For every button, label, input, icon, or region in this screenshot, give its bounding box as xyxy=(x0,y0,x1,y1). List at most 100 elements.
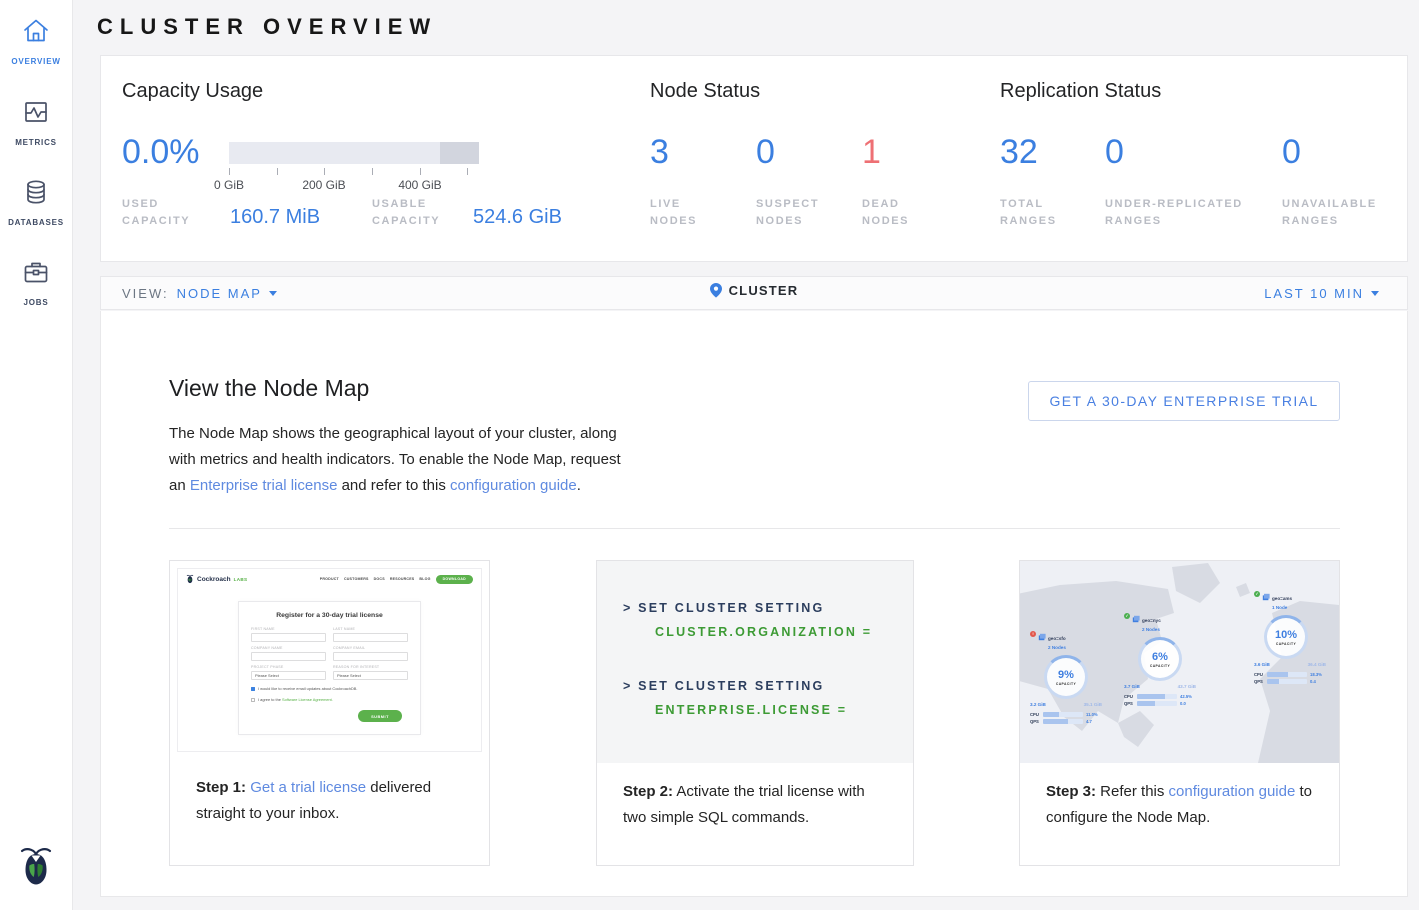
qps-bar xyxy=(1043,719,1083,724)
mini-nav-item: CUSTOMERS xyxy=(344,577,369,581)
mini-agree-text: I agree to the Software License Agreemen… xyxy=(258,697,333,702)
cpu-bar xyxy=(1043,712,1083,717)
node-locality: geo=ams xyxy=(1272,596,1292,601)
mini-field-input xyxy=(333,652,408,662)
sidebar-item-label: DATABASES xyxy=(8,218,64,227)
step-label: Step 2: xyxy=(623,783,673,800)
mini-field-input xyxy=(251,652,326,662)
sidebar-item-label: METRICS xyxy=(15,138,57,147)
mini-field-label: COMPANY EMAIL xyxy=(333,646,408,650)
sidebar-item-overview[interactable]: OVERVIEW xyxy=(0,16,72,69)
mini-field-label: PROJECT PHASE xyxy=(251,665,326,669)
divider xyxy=(169,528,1340,529)
mini-field-input xyxy=(333,633,408,643)
step-3-caption: Step 3: Refer this configuration guide t… xyxy=(1020,763,1339,831)
live-nodes-label: LIVE NODES xyxy=(650,196,730,230)
mini-site-brand: Cockroach xyxy=(197,576,231,583)
time-range-dropdown[interactable]: LAST 10 MIN xyxy=(1264,286,1379,301)
qps-label: QPS xyxy=(1124,701,1134,706)
map-node-ams: ✓ geo=ams1 Node 10% CAPACITY 3.6 GiB36.4… xyxy=(1254,593,1336,684)
map-node-nyc: ✓ geo=nyc2 Nodes 6% CAPACITY 3.7 GiB43.7… xyxy=(1124,615,1214,706)
under-replicated-ranges-value: 0 xyxy=(1105,134,1124,171)
sidebar-item-label: JOBS xyxy=(24,298,49,307)
capacity-bar-reserved-segment xyxy=(440,142,479,164)
qps-label: QPS xyxy=(1030,719,1040,724)
qps-bar xyxy=(1267,679,1307,684)
total-ranges-value: 32 xyxy=(1000,134,1038,171)
metrics-icon xyxy=(21,97,51,127)
mini-field-label: REASON FOR INTEREST xyxy=(333,665,408,669)
mini-field-label: COMPANY NAME xyxy=(251,646,326,650)
mini-field-label: LAST NAME xyxy=(333,627,408,631)
node-ok-icon: ✓ xyxy=(1254,591,1260,597)
qps-bar xyxy=(1137,701,1177,706)
cpu-value: 18.3% xyxy=(1310,672,1322,677)
gauge-label: CAPACITY xyxy=(1276,642,1296,646)
capacity-bar xyxy=(229,142,479,164)
cpu-label: CPU xyxy=(1030,712,1040,717)
suspect-nodes-label: SUSPECT NODES xyxy=(756,196,836,230)
unavailable-ranges-value: 0 xyxy=(1282,134,1301,171)
configuration-guide-link[interactable]: configuration guide xyxy=(450,477,577,494)
node-total-capacity: 36.4 GiB xyxy=(1308,662,1326,667)
gauge-percent: 9% xyxy=(1058,669,1074,681)
node-cube-icon xyxy=(1132,615,1140,623)
cpu-bar xyxy=(1267,672,1307,677)
sidebar-item-label: OVERVIEW xyxy=(11,57,60,66)
enterprise-trial-license-link[interactable]: Enterprise trial license xyxy=(190,477,338,494)
axis-tick-label: 0 GiB xyxy=(199,178,259,192)
sidebar: OVERVIEW METRICS DATABASES xyxy=(0,0,73,910)
node-ok-icon: ✓ xyxy=(1124,613,1130,619)
node-cube-icon xyxy=(1038,633,1046,641)
mini-checkbox-checked xyxy=(251,687,255,691)
cockroach-labs-logo-icon xyxy=(0,845,72,892)
unavailable-ranges-label: UNAVAILABLE RANGES xyxy=(1282,196,1392,230)
view-toolbar: VIEW: NODE MAP CLUSTER LAST 10 MIN xyxy=(100,276,1408,310)
cockroach-bug-icon xyxy=(186,574,194,584)
live-nodes-value: 3 xyxy=(650,134,669,171)
registration-page-screenshot: Cockroach LABS PRODUCT CUSTOMERS DOCS RE… xyxy=(177,568,482,752)
mini-field-label: FIRST NAME xyxy=(251,627,326,631)
node-total-capacity: 35.1 GiB xyxy=(1084,702,1102,707)
cluster-breadcrumb: CLUSTER xyxy=(710,283,799,298)
node-total-capacity: 43.7 GiB xyxy=(1178,684,1196,689)
sidebar-item-databases[interactable]: DATABASES xyxy=(0,177,72,230)
view-selector-value: NODE MAP xyxy=(177,286,262,301)
capacity-usage-heading: Capacity Usage xyxy=(122,80,263,103)
mini-field-select: Please Select xyxy=(251,671,326,681)
step-label: Step 3: xyxy=(1046,783,1096,800)
qps-label: QPS xyxy=(1254,679,1264,684)
sidebar-item-metrics[interactable]: METRICS xyxy=(0,97,72,150)
sql-command: > SET CLUSTER SETTING xyxy=(623,679,847,693)
mini-download-button: DOWNLOAD xyxy=(436,575,473,584)
cpu-bar xyxy=(1137,694,1177,699)
used-capacity-value: 160.7 MiB xyxy=(230,206,320,229)
suspect-nodes-value: 0 xyxy=(756,134,775,171)
usable-capacity-value: 524.6 GiB xyxy=(473,206,562,229)
gauge-label: CAPACITY xyxy=(1056,682,1076,686)
cpu-value: 42.5% xyxy=(1180,694,1192,699)
chevron-down-icon xyxy=(1371,291,1379,296)
mini-registration-form: Register for a 30-day trial license FIRS… xyxy=(238,601,421,735)
used-capacity-label: USED CAPACITY xyxy=(122,196,202,230)
mini-nav-item: DOCS xyxy=(374,577,385,581)
node-used-capacity: 3.2 GiB xyxy=(1030,702,1046,707)
enterprise-trial-button[interactable]: GET A 30-DAY ENTERPRISE TRIAL xyxy=(1028,381,1340,421)
location-pin-icon xyxy=(710,283,722,298)
capacity-percent: 0.0% xyxy=(122,134,200,171)
axis-tick xyxy=(229,168,230,175)
sql-setting: ENTERPRISE.LICENSE = xyxy=(655,703,847,717)
mini-nav-item: BLOG xyxy=(419,577,430,581)
cpu-label: CPU xyxy=(1124,694,1134,699)
configuration-guide-link[interactable]: configuration guide xyxy=(1169,783,1296,800)
gauge-percent: 10% xyxy=(1275,629,1297,641)
sidebar-item-jobs[interactable]: JOBS xyxy=(0,257,72,310)
step-1-caption: Step 1: Get a trial license delivered st… xyxy=(170,759,489,827)
view-selector-dropdown[interactable]: NODE MAP xyxy=(177,286,277,301)
chevron-down-icon xyxy=(269,291,277,296)
node-count: 2 Nodes xyxy=(1048,645,1066,650)
description-text: . xyxy=(577,477,581,494)
get-trial-license-link[interactable]: Get a trial license xyxy=(250,779,366,796)
node-count: 1 Node xyxy=(1272,605,1287,610)
step-2-card: > SET CLUSTER SETTING CLUSTER.ORGANIZATI… xyxy=(596,560,914,866)
